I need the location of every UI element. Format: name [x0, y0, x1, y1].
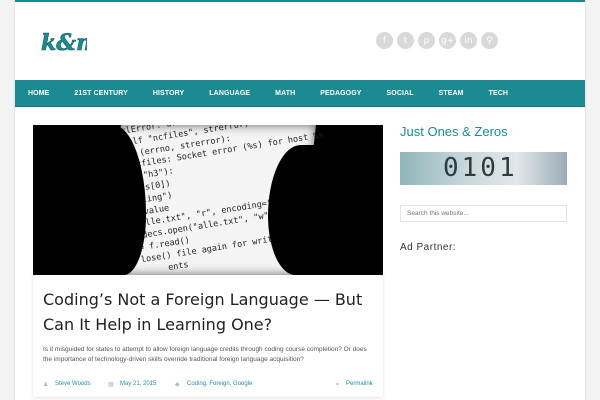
site-logo[interactable]: k&n	[39, 24, 87, 58]
main-nav: HOME 21ST CENTURY HISTORY LANGUAGE MATH PEDAG…	[15, 80, 585, 107]
sidebar-title: Just Ones & Zeros	[400, 124, 508, 139]
post-date[interactable]: May 21, 2015	[120, 381, 156, 387]
post-excerpt: Is it misguided for states to attempt to…	[43, 346, 367, 363]
nav-item-pedagogy[interactable]: PEDAGOGY	[320, 90, 361, 97]
nav-item-social[interactable]: SOCIAL	[387, 90, 414, 97]
twitter-icon[interactable]: t	[397, 32, 414, 49]
page-container: k&n f t p g+ in ⚲ HOME 21ST CENTURY HISTORY LANG…	[15, 0, 585, 400]
ad-partner-heading: Ad Partner:	[400, 242, 457, 253]
nav-item-steam[interactable]: STEAM	[439, 90, 464, 97]
silhouette-right	[268, 145, 328, 275]
pinterest-icon[interactable]: p	[418, 32, 435, 49]
nav-item-home[interactable]: HOME	[28, 90, 49, 97]
binary-image-text: 0101	[443, 153, 518, 183]
post-author[interactable]: Steve Woods	[55, 381, 91, 387]
nav-item-history[interactable]: HISTORY	[153, 90, 184, 97]
featured-image[interactable]: rlError: urllib self "ncfiles", strerror…	[33, 125, 383, 275]
nav-item-math[interactable]: MATH	[275, 90, 295, 97]
social-icons: f t p g+ in ⚲	[376, 32, 498, 49]
calendar-icon: ▦	[108, 382, 114, 388]
user-icon: ♟	[43, 382, 49, 388]
facebook-icon[interactable]: f	[376, 32, 393, 49]
search-icon[interactable]: ⚲	[481, 32, 498, 49]
nav-item-language[interactable]: LANGUAGE	[209, 90, 250, 97]
sidebar-image[interactable]: 0101	[400, 152, 567, 185]
nav-item-21st-century[interactable]: 21ST CENTURY	[74, 90, 127, 97]
google-plus-icon[interactable]: g+	[439, 32, 456, 49]
tag-icon: ◆	[175, 382, 180, 388]
svg-text:k&n: k&n	[41, 30, 87, 56]
search-input[interactable]	[400, 205, 567, 222]
permalink-link[interactable]: Permalink	[346, 381, 373, 387]
post-card: Coding’s Not a Foreign Language — But Ca…	[33, 275, 383, 397]
post-meta: ♟ Steve Woods ▦ May 21, 2015 ◆ Coding, F…	[33, 378, 383, 392]
post-title[interactable]: Coding’s Not a Foreign Language — But Ca…	[43, 287, 373, 337]
linkedin-icon[interactable]: in	[460, 32, 477, 49]
nav-item-tech[interactable]: TECH	[489, 90, 508, 97]
post-tags[interactable]: Coding, Foreign, Google	[187, 381, 252, 387]
link-icon: ⚭	[335, 382, 341, 388]
